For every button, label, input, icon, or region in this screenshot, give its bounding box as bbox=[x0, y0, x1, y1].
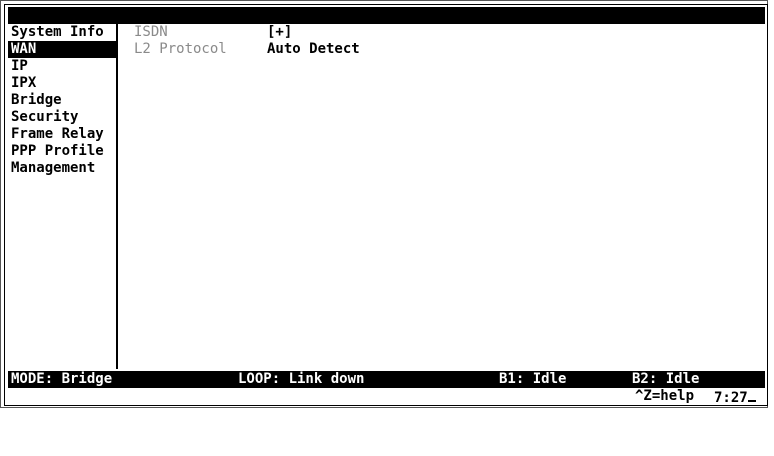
isdn-label: ISDN bbox=[134, 24, 168, 40]
l2-protocol-value[interactable]: Auto Detect bbox=[267, 41, 360, 58]
sidebar-item-system-info[interactable]: System Info bbox=[8, 24, 116, 41]
sidebar-item-ip[interactable]: IP bbox=[8, 58, 116, 75]
inner-border bbox=[4, 4, 768, 406]
sidebar-item-management[interactable]: Management bbox=[8, 160, 116, 177]
status-bar: MODE: Bridge LOOP: Link down B1: Idle B2… bbox=[8, 371, 765, 388]
sidebar-menu: System Info WAN IP IPX Bridge Security F… bbox=[8, 24, 118, 369]
status-mode: MODE: Bridge bbox=[11, 371, 113, 387]
clock: 7:27 bbox=[714, 390, 748, 406]
status-b1: B1: Idle bbox=[499, 371, 567, 387]
isdn-expand-toggle[interactable]: [+] bbox=[267, 24, 292, 41]
help-hint: ^Z=help bbox=[635, 388, 695, 404]
sidebar-item-frame-relay[interactable]: Frame Relay bbox=[8, 126, 116, 143]
title-bar: Express L144/Configuration/WAN bbox=[8, 7, 765, 40]
text-cursor bbox=[747, 388, 756, 402]
l2-protocol-label: L2 Protocol bbox=[134, 41, 227, 57]
sidebar-item-security[interactable]: Security bbox=[8, 109, 116, 126]
clock-area: 7:27 bbox=[714, 388, 756, 407]
status-loop: LOOP: Link down bbox=[238, 371, 365, 387]
sidebar-item-ppp-profile[interactable]: PPP Profile bbox=[8, 143, 116, 160]
field-row-isdn: ISDN [+] bbox=[124, 24, 764, 41]
sidebar-item-ipx[interactable]: IPX bbox=[8, 75, 116, 92]
help-line: ^Z=help 7:27 bbox=[8, 388, 765, 407]
sidebar-item-bridge[interactable]: Bridge bbox=[8, 92, 116, 109]
sidebar-item-wan[interactable]: WAN bbox=[8, 41, 116, 58]
main-panel: ISDN [+] L2 Protocol Auto Detect bbox=[124, 24, 764, 58]
field-row-l2-protocol: L2 Protocol Auto Detect bbox=[124, 41, 764, 58]
status-b2: B2: Idle bbox=[632, 371, 700, 387]
